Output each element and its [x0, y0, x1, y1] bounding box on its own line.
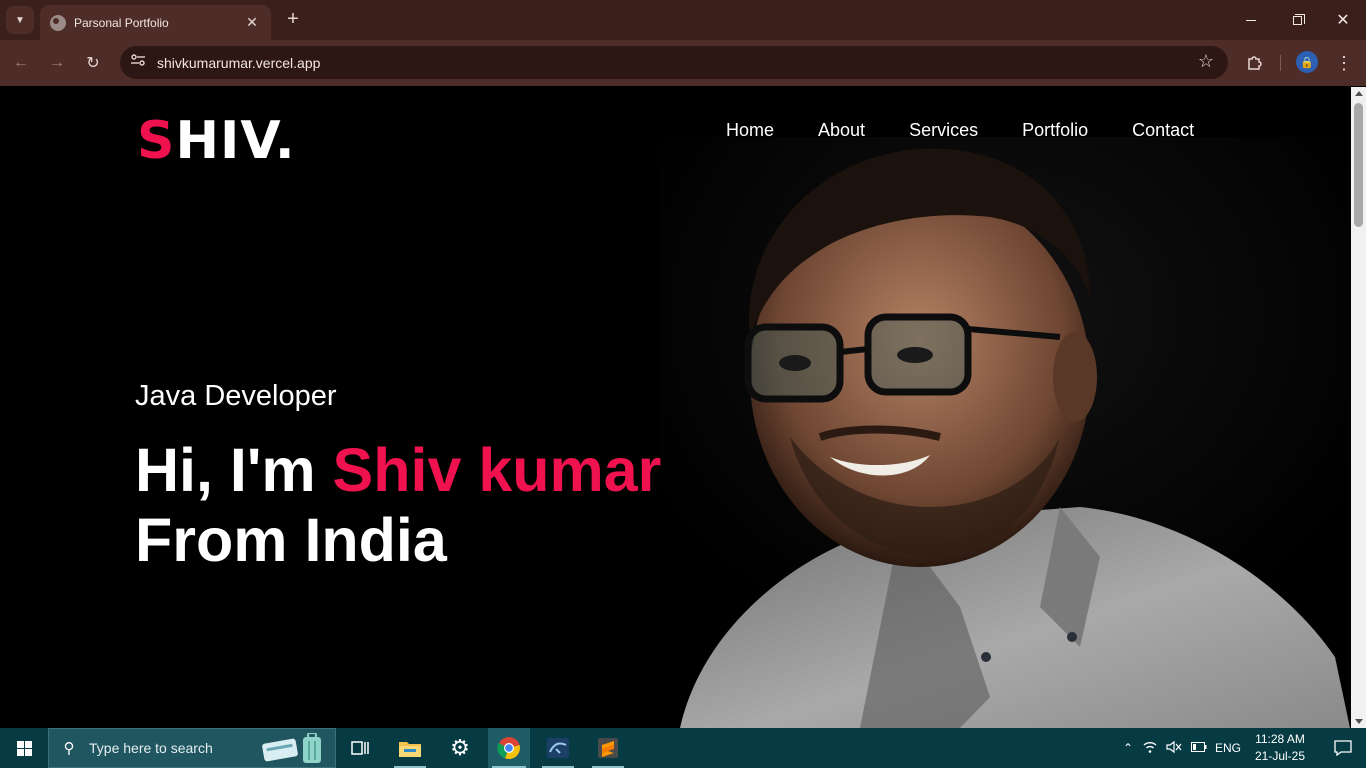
browser-titlebar: ▼ Parsonal Portfolio ✕ + ✕ [0, 0, 1366, 40]
profile-avatar[interactable]: 🔒 [1296, 51, 1318, 73]
notifications-button[interactable] [1320, 728, 1366, 768]
window-restore-button[interactable] [1274, 0, 1320, 40]
tab-search-button[interactable]: ▼ [6, 6, 34, 34]
scroll-down-arrow-icon[interactable] [1355, 719, 1363, 724]
nav-about[interactable]: About [818, 120, 865, 141]
nav-services[interactable]: Services [909, 120, 978, 141]
sublime-text-icon [598, 738, 618, 758]
arrow-left-icon: ← [13, 54, 29, 71]
system-clock[interactable]: 11:28 AM 21-Jul-25 [1248, 731, 1312, 765]
volume-muted-icon[interactable] [1162, 740, 1186, 757]
logo-rest: HIV. [175, 111, 296, 171]
travel-luggage-icon [262, 733, 321, 763]
tab-close-icon[interactable]: ✕ [243, 14, 261, 31]
battery-icon[interactable] [1186, 741, 1212, 755]
hero-heading-line2: From India [135, 506, 447, 574]
hero-subtitle: Java Developer [135, 380, 337, 412]
bookmark-star-icon[interactable]: ☆ [1198, 51, 1214, 72]
site-info-icon[interactable] [128, 53, 148, 73]
page-viewport: SHIV. Home About Services Portfolio Cont… [0, 87, 1366, 728]
window-minimize-button[interactable] [1228, 0, 1274, 40]
new-tab-button[interactable]: + [282, 8, 304, 30]
toolbar-separator [1280, 55, 1281, 71]
reload-icon: ↻ [86, 55, 100, 72]
puzzle-icon [1248, 56, 1262, 70]
lock-icon: 🔒 [1300, 56, 1314, 69]
chevron-up-icon[interactable]: ⌃ [1118, 741, 1138, 755]
settings-button[interactable]: ⚙ [440, 728, 480, 768]
nav-home[interactable]: Home [726, 120, 774, 141]
minimize-icon [1246, 19, 1256, 21]
site-logo[interactable]: SHIV. [137, 111, 296, 171]
browser-tab[interactable]: Parsonal Portfolio ✕ [40, 5, 271, 40]
taskbar-search-box[interactable]: ⚲ Type here to search [48, 728, 336, 768]
sublime-text-button[interactable] [588, 728, 628, 768]
search-placeholder: Type here to search [89, 740, 213, 756]
task-view-icon [351, 741, 369, 755]
url-text: shivkumarumar.vercel.app [157, 55, 321, 71]
arrow-right-icon: → [49, 54, 65, 71]
window-close-button[interactable]: ✕ [1320, 0, 1366, 40]
chrome-button[interactable] [488, 728, 530, 768]
search-icon: ⚲ [63, 740, 75, 757]
file-explorer-button[interactable] [390, 728, 430, 768]
hero-name: Shiv kumar [332, 436, 662, 504]
start-button[interactable] [0, 728, 48, 768]
mysql-workbench-icon [547, 738, 569, 758]
wifi-icon[interactable] [1138, 740, 1162, 757]
hero-heading-line1: Hi, I'm Shiv kumar [135, 435, 661, 505]
close-icon: ✕ [1336, 12, 1350, 29]
globe-icon [50, 14, 66, 31]
windows-taskbar: ⚲ Type here to search ⚙ ⌃ ENG 11:28 AM 2… [0, 728, 1366, 768]
system-tray: ⌃ ENG [1118, 728, 1244, 768]
address-bar[interactable]: shivkumarumar.vercel.app ☆ [120, 46, 1228, 79]
notification-icon [1334, 740, 1352, 756]
clock-date: 21-Jul-25 [1254, 749, 1306, 763]
portrait-photo [660, 137, 1350, 728]
settings-icon: ⚙ [450, 735, 470, 760]
site-navigation: Home About Services Portfolio Contact [726, 120, 1194, 141]
scroll-up-arrow-icon[interactable] [1355, 91, 1363, 96]
browser-toolbar: ← → ↻ shivkumarumar.vercel.app ☆ 🔒 ⋮ [0, 40, 1366, 86]
tab-title: Parsonal Portfolio [74, 15, 169, 30]
extensions-button[interactable] [1242, 50, 1268, 76]
page-scrollbar[interactable] [1351, 87, 1366, 728]
reload-button[interactable]: ↻ [80, 50, 106, 76]
mysql-workbench-button[interactable] [538, 728, 578, 768]
nav-portfolio[interactable]: Portfolio [1022, 120, 1088, 141]
kebab-menu-icon: ⋮ [1335, 53, 1353, 73]
file-explorer-icon [399, 742, 421, 757]
back-button[interactable]: ← [8, 50, 34, 76]
scroll-thumb[interactable] [1354, 103, 1363, 227]
chevron-down-icon: ▼ [15, 14, 25, 26]
clock-time: 11:28 AM [1255, 732, 1305, 746]
language-indicator[interactable]: ENG [1212, 741, 1244, 755]
restore-icon [1292, 13, 1305, 25]
browser-menu-button[interactable]: ⋮ [1332, 50, 1356, 76]
logo-initial: S [137, 111, 176, 171]
windows-logo-icon [16, 740, 32, 756]
forward-button[interactable]: → [44, 50, 70, 76]
nav-contact[interactable]: Contact [1132, 120, 1194, 141]
chrome-icon [497, 737, 520, 760]
hero-greeting: Hi, I'm [135, 436, 333, 504]
task-view-button[interactable] [340, 728, 380, 768]
